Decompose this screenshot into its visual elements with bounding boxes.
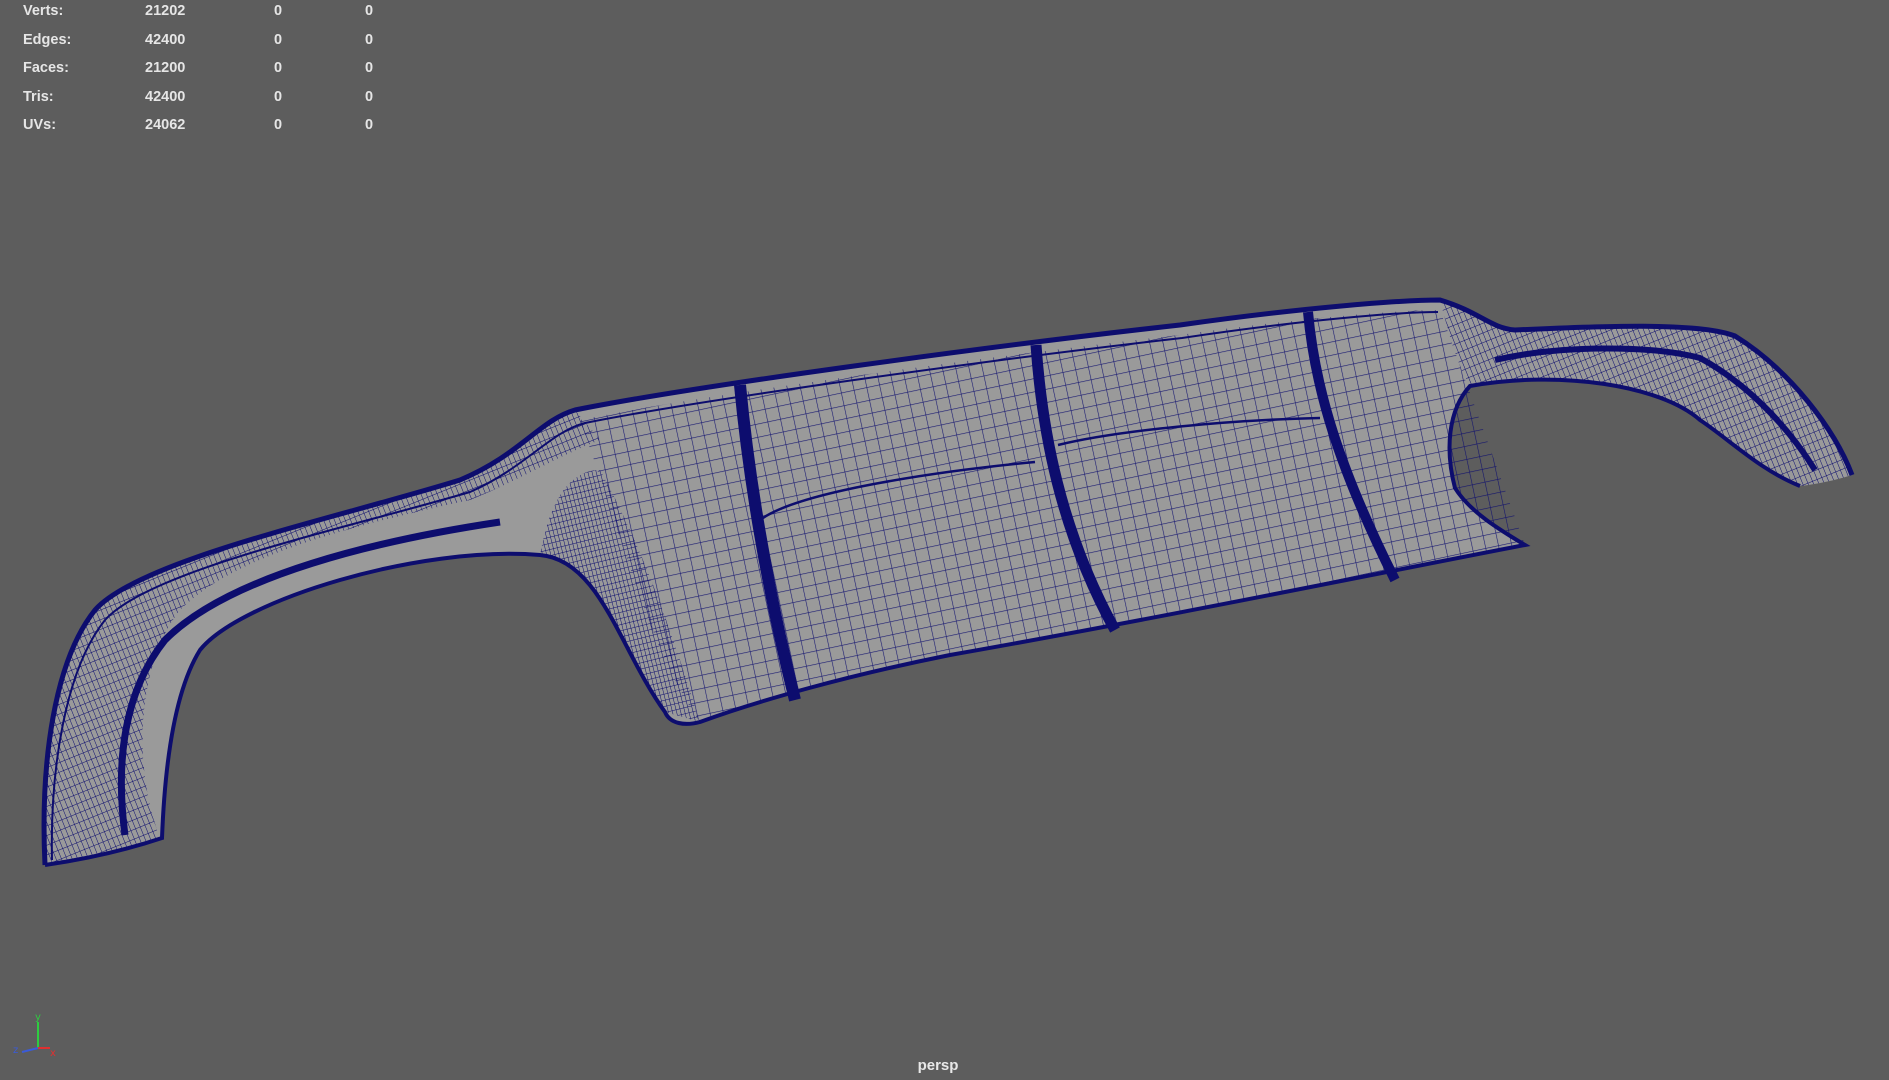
3d-viewport[interactable]: Verts: 21202 0 0 Edges: 42400 0 0 Faces:… (0, 0, 1889, 1080)
hud-label: UVs: (23, 117, 57, 134)
hud-value-extra: 0 (365, 60, 374, 77)
diffuser-wireframe-mesh[interactable] (0, 0, 1889, 1080)
hud-value-selected: 0 (274, 88, 283, 105)
y-axis-label: y (35, 1012, 41, 1023)
hud-label: Tris: (23, 88, 54, 105)
camera-name-label: persp (917, 1057, 959, 1074)
hud-value-extra: 0 (365, 3, 374, 19)
hud-value-extra: 0 (365, 31, 374, 48)
poly-count-hud: Verts: 21202 0 0 Edges: 42400 0 0 Faces:… (23, 3, 383, 146)
hud-label: Faces: (23, 60, 69, 77)
hud-label: Verts: (23, 3, 64, 19)
hud-row-verts: Verts: 21202 0 0 (23, 3, 383, 32)
hud-row-uvs: UVs: 24062 0 0 (23, 117, 383, 146)
hud-label: Edges: (23, 31, 72, 48)
hud-value-selected: 0 (274, 31, 283, 48)
hud-row-tris: Tris: 42400 0 0 (23, 89, 383, 118)
z-axis-label: z (13, 1045, 18, 1056)
hud-value-selected: 0 (274, 3, 283, 19)
hud-value-total: 21200 (145, 60, 186, 77)
hud-value-total: 42400 (145, 31, 186, 48)
hud-value-total: 21202 (145, 3, 186, 19)
hud-value-extra: 0 (365, 88, 374, 105)
axis-gizmo-icon: y x z (13, 1012, 56, 1057)
hud-value-total: 42400 (145, 88, 186, 105)
x-axis-label: x (50, 1048, 56, 1057)
hud-value-total: 24062 (145, 117, 186, 134)
z-axis-line (21, 1047, 39, 1053)
hud-value-extra: 0 (365, 117, 374, 134)
hud-value-selected: 0 (274, 117, 283, 134)
hud-value-selected: 0 (274, 60, 283, 77)
hud-row-edges: Edges: 42400 0 0 (23, 32, 383, 61)
hud-row-faces: Faces: 21200 0 0 (23, 60, 383, 89)
